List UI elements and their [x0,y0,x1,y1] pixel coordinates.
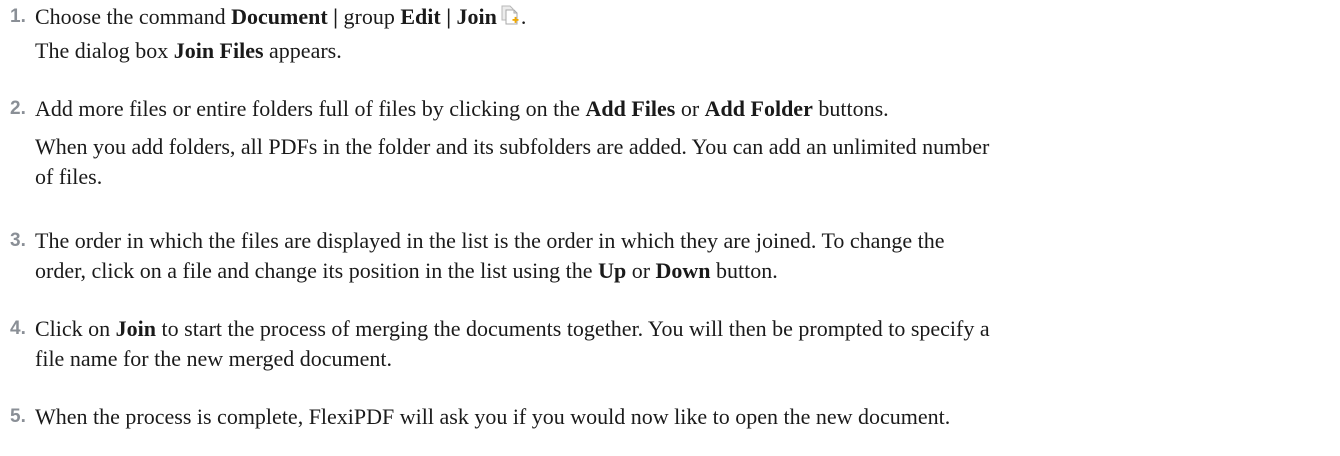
text-run: button. [710,258,778,283]
step-number: 5. [10,406,26,427]
text-line: of files. [35,164,103,189]
step-number: 3. [10,230,26,251]
text-run: buttons. [812,96,889,121]
step-number: 2. [10,98,26,119]
button-down: Down [655,258,711,283]
step-subtext: The dialog box Join Files appears. [35,36,1334,66]
command-document: Document | [231,4,339,29]
button-add-files: Add Files [585,96,676,121]
text-line: When you add folders, all PDFs in the fo… [35,134,990,159]
text-run: to start the process of merging the docu… [156,316,990,341]
button-join: Join [115,316,157,341]
text-run: The dialog box [35,38,174,63]
text-run: Choose the command [35,4,232,29]
button-up: Up [598,258,627,283]
text-run: or [626,258,656,283]
text-run: appears. [263,38,342,63]
text-line: When the process is complete, FlexiPDF w… [35,404,951,429]
text-run: order, click on a file and change its po… [35,258,599,283]
step-number: 1. [10,6,26,27]
step-text: The order in which the files are display… [35,226,1334,286]
step-text: Choose the command Document | group Edit… [35,2,1334,32]
text-run: group [338,4,401,29]
step-number: 4. [10,318,26,339]
text-run: Add more files or entire folders full of… [35,96,586,121]
button-add-folder: Add Folder [704,96,813,121]
dialog-join-files: Join Files [173,38,264,63]
text-run: or [675,96,705,121]
step-text: Click on Join to start the process of me… [35,314,1334,374]
step-text: Add more files or entire folders full of… [35,94,1334,124]
text-run: . [520,4,527,29]
instruction-steps: 1. Choose the command Document | group E… [0,0,1340,456]
text-run: Click on [35,316,116,341]
join-document-icon [499,4,521,26]
command-edit-join: Edit | Join [400,4,497,29]
step-subtext: When you add folders, all PDFs in the fo… [35,132,1334,192]
step-text: When the process is complete, FlexiPDF w… [35,402,1334,432]
text-line: The order in which the files are display… [35,228,945,253]
text-line: file name for the new merged document. [35,346,392,371]
